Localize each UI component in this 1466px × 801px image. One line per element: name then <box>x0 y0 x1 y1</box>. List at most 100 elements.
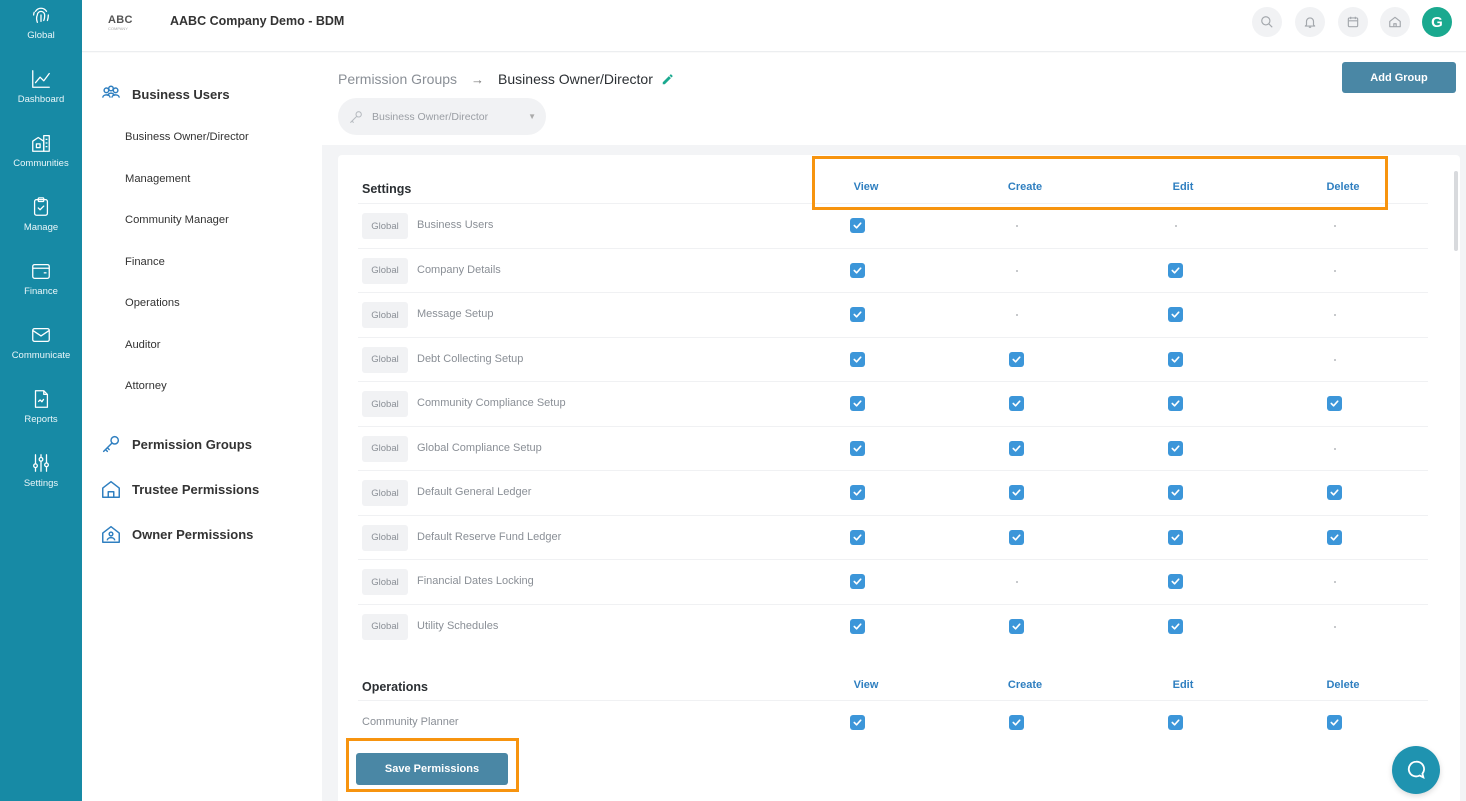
checkbox-checked[interactable] <box>850 307 865 322</box>
check-icon <box>1330 400 1339 407</box>
checkbox-unchecked[interactable] <box>1168 218 1184 234</box>
checkbox-checked[interactable] <box>1327 485 1342 500</box>
column-header-create[interactable]: Create <box>985 181 1065 193</box>
checkbox-unchecked[interactable] <box>1327 574 1343 590</box>
nav-item-communicate[interactable]: Communicate <box>0 324 82 384</box>
checkbox-checked[interactable] <box>1009 529 1024 545</box>
sidebar-business-users[interactable]: Business Users <box>100 83 230 105</box>
sidebar-permission-groups-label: Permission Groups <box>132 436 252 452</box>
checkbox-checked[interactable] <box>1009 715 1024 730</box>
checkbox-checked[interactable] <box>1327 529 1342 545</box>
dot-icon <box>1334 269 1336 272</box>
checkbox-unchecked[interactable] <box>1009 574 1025 590</box>
permission-row-community-compliance-setup: Global Community Compliance Setup <box>358 381 1428 425</box>
checkbox-checked[interactable] <box>1009 618 1024 634</box>
chat-button[interactable] <box>1392 746 1440 794</box>
breadcrumb-arrow-icon: → <box>471 71 485 87</box>
checkbox-unchecked[interactable] <box>1327 352 1343 368</box>
sidebar-owner-permissions[interactable]: Owner Permissions <box>100 523 253 545</box>
checkbox-checked[interactable] <box>1009 485 1024 500</box>
checkbox-checked[interactable] <box>1168 440 1183 456</box>
checkbox-checked[interactable] <box>850 618 865 634</box>
sidebar-item-attorney[interactable]: Attorney <box>125 380 167 392</box>
nav-item-dashboard[interactable]: Dashboard <box>0 68 82 128</box>
sidebar-trustee-permissions[interactable]: Trustee Permissions <box>100 478 259 500</box>
checkbox-checked[interactable] <box>850 715 865 730</box>
checkbox-unchecked[interactable] <box>1327 619 1343 635</box>
sidebar-item-community-manager[interactable]: Community Manager <box>125 214 229 226</box>
checkbox-checked[interactable] <box>850 262 865 278</box>
permission-row-utility-schedules: Global Utility Schedules <box>358 603 1428 648</box>
checkbox-checked[interactable] <box>1168 618 1183 634</box>
checkbox-unchecked[interactable] <box>1327 263 1343 279</box>
column-header-view[interactable]: View <box>826 181 906 193</box>
sidebar-permission-groups[interactable]: Permission Groups <box>100 433 252 455</box>
user-avatar[interactable]: G <box>1422 7 1452 37</box>
checkbox-checked[interactable] <box>1327 715 1342 730</box>
checkbox-checked[interactable] <box>850 396 865 411</box>
check-icon <box>1171 489 1180 496</box>
nav-item-global[interactable]: Global <box>0 4 82 64</box>
scope-badge: Global <box>362 302 408 328</box>
calendar-button[interactable] <box>1338 7 1368 37</box>
breadcrumb-parent[interactable]: Permission Groups <box>338 71 457 87</box>
nav-item-finance[interactable]: Finance <box>0 260 82 320</box>
checkbox-checked[interactable] <box>850 485 865 500</box>
checkbox-checked[interactable] <box>1168 574 1183 589</box>
checkbox-checked[interactable] <box>1009 351 1024 367</box>
save-permissions-button[interactable]: Save Permissions <box>356 753 508 785</box>
column-header-edit-operations[interactable]: Edit <box>1143 679 1223 691</box>
check-icon <box>1171 266 1180 274</box>
permission-cell-edit <box>1168 440 1184 457</box>
pencil-icon[interactable] <box>661 72 675 86</box>
nav-item-communities[interactable]: Communities <box>0 132 82 192</box>
home-icon <box>1389 16 1401 28</box>
checkbox-checked[interactable] <box>1168 529 1183 545</box>
column-header-delete[interactable]: Delete <box>1303 181 1383 193</box>
sidebar-item-auditor[interactable]: Auditor <box>125 339 160 351</box>
home-button[interactable] <box>1380 7 1410 37</box>
checkbox-checked[interactable] <box>1168 485 1183 500</box>
sidebar-item-management[interactable]: Management <box>125 173 190 185</box>
checkbox-checked[interactable] <box>850 218 865 233</box>
sidebar-item-business-owner-director[interactable]: Business Owner/Director <box>125 131 249 143</box>
checkbox-checked[interactable] <box>1168 307 1183 322</box>
nav-item-reports[interactable]: Reports <box>0 388 82 448</box>
checkbox-unchecked[interactable] <box>1327 307 1343 323</box>
notifications-button[interactable] <box>1295 7 1325 37</box>
scrollbar[interactable] <box>1454 171 1458 251</box>
permission-row-default-general-ledger: Global Default General Ledger <box>358 470 1428 514</box>
checkbox-checked[interactable] <box>1009 440 1024 456</box>
permission-cell-delete <box>1327 396 1343 412</box>
sidebar-item-operations[interactable]: Operations <box>125 297 180 309</box>
checkbox-checked[interactable] <box>850 351 865 367</box>
checkbox-checked[interactable] <box>1168 396 1183 411</box>
bell-icon <box>1304 17 1316 28</box>
search-button[interactable] <box>1252 7 1282 37</box>
permission-cell-delete <box>1327 574 1343 590</box>
column-header-delete-operations[interactable]: Delete <box>1303 679 1383 691</box>
column-header-view-operations[interactable]: View <box>826 679 906 691</box>
sidebar-item-finance[interactable]: Finance <box>125 256 165 268</box>
checkbox-checked[interactable] <box>1009 396 1024 411</box>
checkbox-checked[interactable] <box>1168 262 1183 278</box>
checkbox-checked[interactable] <box>850 574 865 589</box>
checkbox-unchecked[interactable] <box>1327 218 1343 234</box>
column-header-create-operations[interactable]: Create <box>985 679 1065 691</box>
checkbox-checked[interactable] <box>1168 715 1183 730</box>
checkbox-checked[interactable] <box>850 529 865 545</box>
checkbox-unchecked[interactable] <box>1009 218 1025 234</box>
checkbox-unchecked[interactable] <box>1009 307 1025 323</box>
permissions-panel: Settings View Create Edit Delete Global B… <box>338 155 1460 801</box>
checkbox-checked[interactable] <box>1327 396 1342 411</box>
checkbox-checked[interactable] <box>1168 351 1183 367</box>
nav-item-settings[interactable]: Settings <box>0 452 82 512</box>
buildings-icon <box>32 135 50 152</box>
nav-item-manage[interactable]: Manage <box>0 196 82 256</box>
permission-group-select[interactable]: Business Owner/Director ▼ <box>338 98 546 135</box>
checkbox-unchecked[interactable] <box>1327 441 1343 457</box>
add-group-button[interactable]: Add Group <box>1342 62 1456 93</box>
checkbox-checked[interactable] <box>850 440 865 456</box>
checkbox-unchecked[interactable] <box>1009 263 1025 279</box>
column-header-edit[interactable]: Edit <box>1143 181 1223 193</box>
